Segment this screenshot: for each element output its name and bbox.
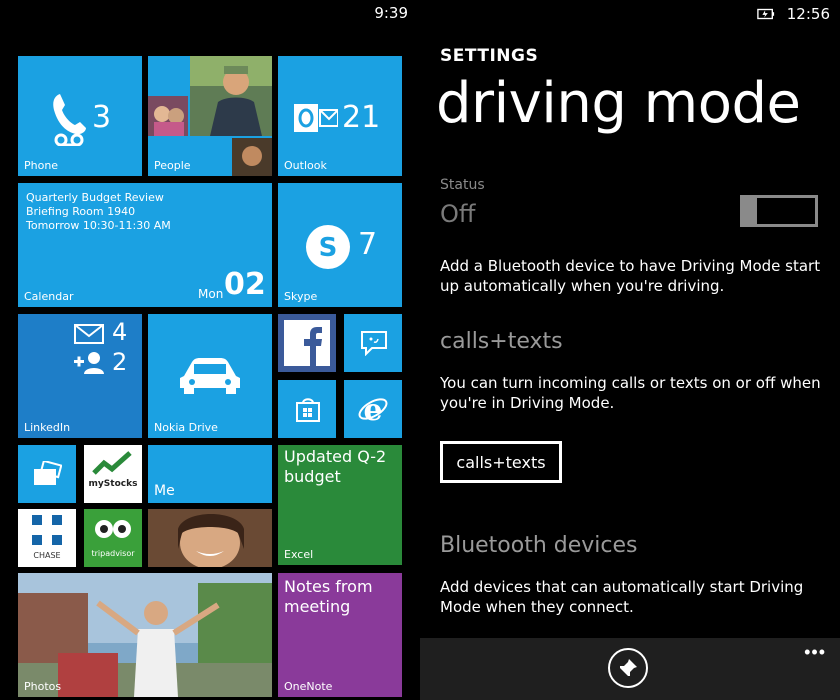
chase-logo-icon [32,515,62,545]
toggle-knob[interactable] [743,195,757,227]
mystocks-label: myStocks [88,479,138,489]
skype-count: 7 [358,227,378,262]
calendar-date: 02 [224,267,266,302]
bluetooth-description: Add devices that can automatically start… [440,578,804,616]
mail-icon [74,324,104,344]
tile-phone[interactable]: 3 Phone [18,56,142,176]
settings-screen: 12:56 SETTINGS driving mode Status Off A… [420,0,840,700]
status-value: Off [440,200,476,228]
status-time: 9:39 [374,4,408,22]
tile-label: LinkedIn [24,421,71,434]
page-title: driving mode [436,71,801,136]
internet-explorer-icon: e [358,393,388,425]
tile-label: Photos [24,680,62,693]
tile-photos[interactable]: Photos [18,573,272,697]
status-caption: Status [440,177,485,193]
tile-outlook[interactable]: 21 Outlook [278,56,402,176]
status-description: Add a Bluetooth device to have Driving M… [440,257,821,295]
tile-skype[interactable]: S 7 Skype [278,183,402,307]
tripadvisor-label: tripadvisor [91,549,135,558]
tile-internet-explorer[interactable]: e [344,380,402,438]
tile-label: OneNote [284,680,333,693]
calls-texts-heading: calls+texts [440,329,563,354]
outlook-icon [294,104,338,132]
tile-label: Outlook [284,159,327,172]
tile-me-photo[interactable] [148,509,272,567]
chase-label: CHASE [33,551,61,560]
tile-facebook[interactable] [278,314,336,372]
tile-label: Me [154,483,175,499]
svg-text:S: S [319,233,338,263]
tile-label: Phone [24,159,59,172]
tile-nokia-drive[interactable]: Nokia Drive [148,314,272,438]
tile-tripadvisor[interactable]: tripadvisor [84,509,142,567]
calendar-event-title: Quarterly Budget Review [26,191,164,204]
phone-voicemail-icon [53,94,86,146]
phone-count: 3 [92,100,112,135]
tile-chase[interactable]: CHASE [18,509,76,567]
tile-label: Skype [284,290,318,303]
tripadvisor-owl-icon [95,520,131,538]
calendar-event-time: Tomorrow 10:30-11:30 AM [26,219,171,232]
tile-excel[interactable]: Updated Q-2 budget Excel [278,445,402,565]
tile-label: Calendar [24,290,74,303]
calendar-day: Mon [198,287,224,301]
tile-label: Nokia Drive [154,421,218,434]
battery-charging-icon [756,8,774,20]
tile-label: People [154,159,191,172]
tile-linkedin[interactable]: 4 2 LinkedIn [18,314,142,438]
add-contact-icon [74,352,104,374]
tile-onenote[interactable]: Notes from meeting OneNote [278,573,402,697]
calls-texts-button[interactable]: calls+texts [440,441,562,483]
people-photo-collage [148,56,272,176]
tile-messaging[interactable] [344,314,402,372]
calendar-event: Quarterly Budget Review Briefing Room 19… [26,191,171,233]
pin-button[interactable] [608,648,648,688]
skype-icon: S [306,225,350,269]
svg-text:e: e [363,393,382,425]
tile-label: Excel [284,548,314,561]
card-icon [34,461,62,485]
status-time: 12:56 [786,5,830,23]
linkedin-mail-count: 4 [112,318,128,346]
bluetooth-devices-heading: Bluetooth devices [440,533,638,558]
app-bar: ••• [420,638,840,700]
tile-people[interactable]: People [148,56,272,176]
calendar-event-location: Briefing Room 1940 [26,205,136,218]
tile-me[interactable]: Me [148,445,272,503]
start-screen: 9:39 3 Phone People 21 Outlook Quarterly… [0,0,420,700]
tile-mystocks[interactable]: myStocks [84,445,142,503]
linkedin-contact-count: 2 [112,348,128,376]
photos-image [18,573,272,697]
me-photo [148,509,272,567]
tile-store[interactable] [278,380,336,438]
status-bar: 12:56 [756,5,830,23]
onenote-text: Notes from meeting [284,577,373,616]
stock-chart-icon [92,451,132,475]
tile-calendar[interactable]: Quarterly Budget Review Briefing Room 19… [18,183,272,307]
settings-label: SETTINGS [440,46,539,66]
chat-smiley-icon [361,331,387,356]
calls-texts-description: You can turn incoming calls or texts on … [440,374,821,412]
more-options-button[interactable]: ••• [804,642,826,663]
store-icon [296,398,320,422]
outlook-count: 21 [342,100,381,135]
driving-mode-toggle[interactable] [740,195,818,227]
tile-wallet[interactable] [18,445,76,503]
pin-icon [620,659,637,676]
facebook-icon [284,320,330,366]
excel-text: Updated Q-2 budget [284,447,387,486]
car-icon [180,358,240,394]
